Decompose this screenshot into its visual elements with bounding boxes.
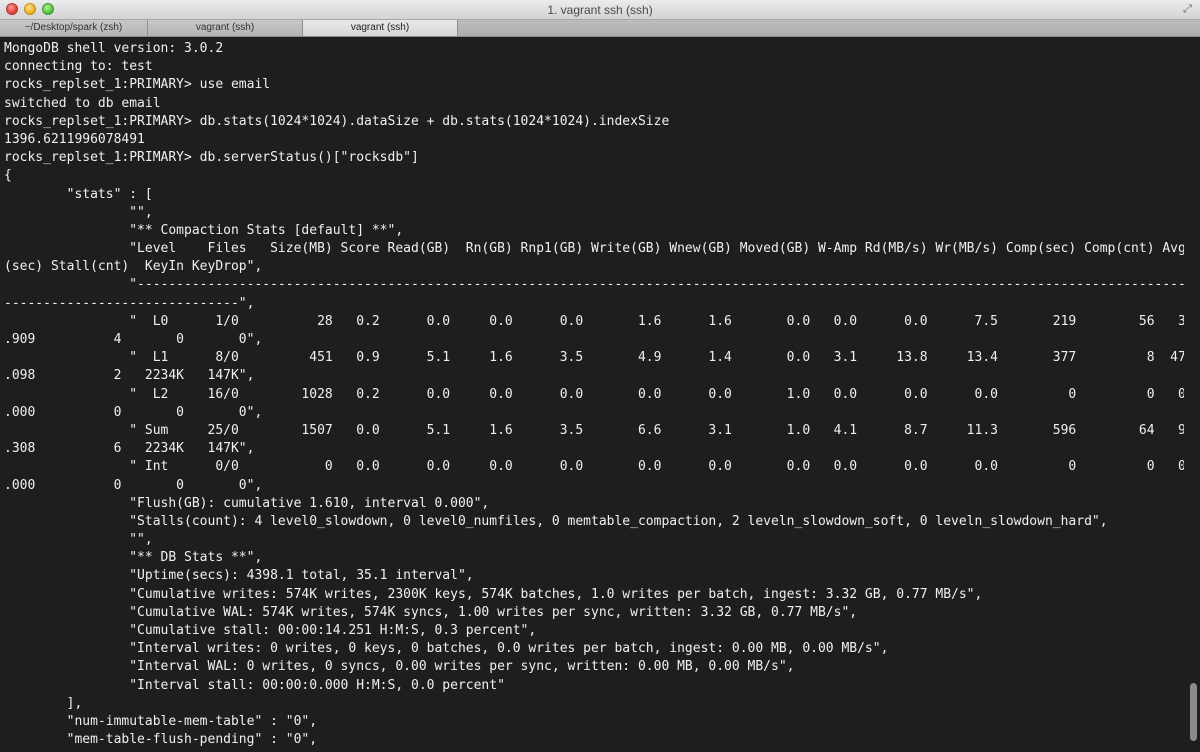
close-icon[interactable] <box>6 3 18 15</box>
fullscreen-icon[interactable]: ⤢ <box>1181 3 1194 16</box>
terminal-line: 1396.6211996078491 <box>4 131 145 147</box>
terminal-text-area: MongoDB shell version: 3.0.2 connecting t… <box>4 40 1184 749</box>
terminal-line: "Stalls(count): 4 level0_slowdown, 0 lev… <box>4 513 1108 529</box>
terminal-line: MongoDB shell version: 3.0.2 <box>4 41 224 56</box>
terminal-line: "Cumulative WAL: 574K writes, 574K syncs… <box>4 604 858 620</box>
terminal-line: " Int 0/0 0 0.0 0.0 0.0 0.0 0.0 0.0 0.0 … <box>4 459 1184 475</box>
minimize-icon[interactable] <box>24 3 36 15</box>
terminal-line: " Sum 25/0 1507 0.0 5.1 1.6 3.5 6.6 3.1 … <box>4 422 1184 438</box>
terminal-line: " L0 1/0 28 0.2 0.0 0.0 0.0 1.6 1.6 0.0 … <box>4 313 1184 329</box>
terminal-line: "---------------------------------------… <box>4 277 1184 293</box>
terminal-line: "Uptime(secs): 4398.1 total, 35.1 interv… <box>4 568 474 584</box>
terminal-line: .000 0 0 0", <box>4 404 263 420</box>
terminal-line: .308 6 2234K 147K", <box>4 441 255 457</box>
terminal-line: switched to db email <box>4 95 161 111</box>
terminal-line: "num-immutable-mem-table" : "0", <box>4 713 318 729</box>
terminal-line: connecting to: test <box>4 59 153 75</box>
terminal-line: .000 0 0 0", <box>4 477 263 493</box>
terminal-line: "Cumulative stall: 00:00:14.251 H:M:S, 0… <box>4 623 537 638</box>
terminal-line: ------------------------------", <box>4 295 255 311</box>
terminal-line: rocks_replset_1:PRIMARY> db.serverStatus… <box>4 150 419 166</box>
terminal-line: "Interval stall: 00:00:0.000 H:M:S, 0.0 … <box>4 677 505 693</box>
window-title: 1. vagrant ssh (ssh) <box>547 3 653 17</box>
terminal-line: "** DB Stats **", <box>4 550 263 566</box>
title-bar: 1. vagrant ssh (ssh) ⤢ <box>0 0 1200 20</box>
terminal-line: ], <box>4 695 83 711</box>
terminal-output[interactable]: MongoDB shell version: 3.0.2 connecting t… <box>0 37 1200 752</box>
terminal-line: "mem-table-flush-pending" : "0", <box>4 732 318 748</box>
zoom-icon[interactable] <box>42 3 54 15</box>
terminal-line: "Cumulative writes: 574K writes, 2300K k… <box>4 586 983 602</box>
terminal-line: "Level Files Size(MB) Score Read(GB) Rn(… <box>4 241 1184 257</box>
scrollbar[interactable] <box>1188 37 1200 752</box>
tab-vagrant-ssh-2[interactable]: vagrant (ssh) <box>303 20 458 36</box>
terminal-line: { <box>4 168 12 184</box>
terminal-window: 1. vagrant ssh (ssh) ⤢ ~/Desktop/spark (… <box>0 0 1200 752</box>
tab-bar: ~/Desktop/spark (zsh) vagrant (ssh) vagr… <box>0 20 1200 37</box>
terminal-line: rocks_replset_1:PRIMARY> db.stats(1024*1… <box>4 113 670 129</box>
terminal-line: "", <box>4 204 153 220</box>
terminal-line: .098 2 2234K 147K", <box>4 368 255 384</box>
terminal-line: (sec) Stall(cnt) KeyIn KeyDrop", <box>4 259 263 275</box>
terminal-line: .909 4 0 0", <box>4 332 263 347</box>
terminal-line: rocks_replset_1:PRIMARY> use email <box>4 77 271 93</box>
terminal-line: " L1 8/0 451 0.9 5.1 1.6 3.5 4.9 1.4 0.0… <box>4 350 1184 366</box>
terminal-line: "** Compaction Stats [default] **", <box>4 222 404 238</box>
terminal-line: "", <box>4 532 153 548</box>
scrollbar-thumb[interactable] <box>1190 683 1197 741</box>
tab-vagrant-ssh-1[interactable]: vagrant (ssh) <box>148 20 303 36</box>
terminal-line: "stats" : [ <box>4 186 153 202</box>
terminal-line: " L2 16/0 1028 0.2 0.0 0.0 0.0 0.0 0.0 1… <box>4 386 1184 402</box>
terminal-line: "Interval writes: 0 writes, 0 keys, 0 ba… <box>4 641 889 657</box>
tab-desktop-spark-zsh[interactable]: ~/Desktop/spark (zsh) <box>0 20 148 36</box>
terminal-line: "Interval WAL: 0 writes, 0 syncs, 0.00 w… <box>4 659 795 675</box>
terminal-line: "Flush(GB): cumulative 1.610, interval 0… <box>4 495 490 511</box>
